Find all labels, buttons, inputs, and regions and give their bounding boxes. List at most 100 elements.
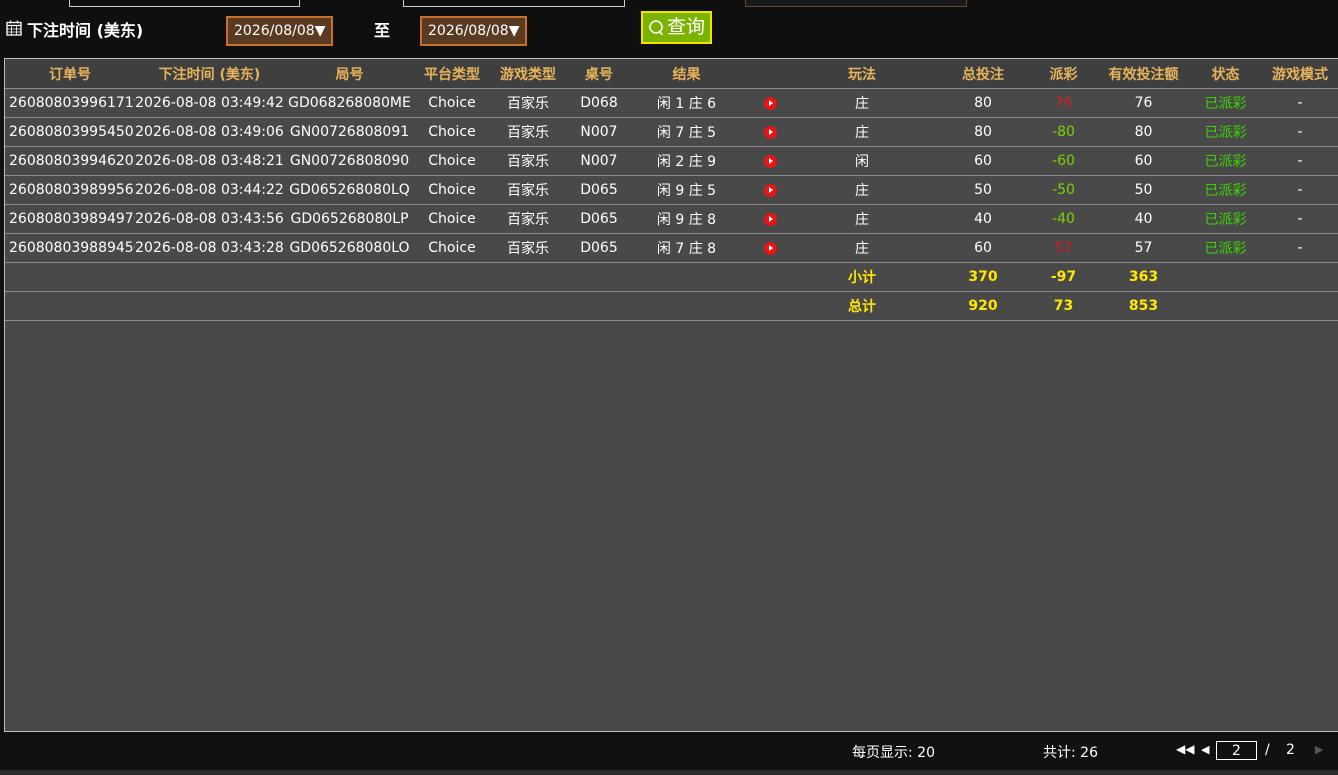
order-no-cell: 260808039954507 <box>5 117 135 147</box>
start-date-select[interactable]: 2026/08/08▼ <box>226 16 334 46</box>
page-size-label: 每页显示: 20 <box>852 745 935 761</box>
col-header-bet-type[interactable]: 玩法 <box>799 59 925 89</box>
play-replay-icon[interactable] <box>764 241 777 255</box>
play-replay-icon[interactable] <box>764 125 777 139</box>
col-header-result[interactable]: 结果 <box>631 59 742 89</box>
result-cell: 闲 7 庄 8 <box>631 233 742 263</box>
payout-cell: -50 <box>1041 175 1086 205</box>
col-header-total-bet[interactable]: 总投注 <box>925 59 1041 89</box>
total-bet-cell: 60 <box>925 233 1041 263</box>
play-replay-icon[interactable] <box>764 183 777 197</box>
page-number-input[interactable] <box>1216 741 1257 760</box>
round-no-cell: GN00726808090 <box>284 146 415 176</box>
platform-cell: Choice <box>415 88 489 118</box>
payout-cell: 57 <box>1041 233 1086 263</box>
valid-bet-cell: 76 <box>1086 88 1201 118</box>
bet-type-cell: 闲 <box>799 146 925 176</box>
total-bet-cell: 80 <box>925 117 1041 147</box>
bet-type-cell: 庄 <box>799 204 925 234</box>
empty-cell <box>1201 291 1338 321</box>
table-no-cell: N007 <box>567 117 631 147</box>
round-no-cell: GD065268080LO <box>284 233 415 263</box>
empty-cell <box>1201 262 1338 292</box>
valid-bet-cell: 50 <box>1086 175 1201 205</box>
valid-bet-cell: 40 <box>1086 204 1201 234</box>
table-row: 260808039889450 2026-08-08 03:43:28 GD06… <box>5 233 1338 263</box>
col-header-valid-bet[interactable]: 有效投注额 <box>1086 59 1201 89</box>
replay-cell <box>742 88 799 118</box>
round-no-cell: GN00726808091 <box>284 117 415 147</box>
page-separator: / <box>1265 742 1270 758</box>
subtotal-total-bet: 370 <box>925 262 1041 292</box>
order-no-cell: 260808039889450 <box>5 233 135 263</box>
subtotal-valid-bet: 363 <box>1086 262 1201 292</box>
result-cell: 闲 1 庄 6 <box>631 88 742 118</box>
result-cell: 闲 2 庄 9 <box>631 146 742 176</box>
game-type-cell: 百家乐 <box>489 204 567 234</box>
valid-bet-cell: 60 <box>1086 146 1201 176</box>
valid-bet-cell: 57 <box>1086 233 1201 263</box>
col-header-bet-time[interactable]: 下注时间 (美东) <box>135 59 284 89</box>
col-header-order-no[interactable]: 订单号 <box>5 59 135 89</box>
total-count-label: 共计: 26 <box>1043 745 1098 761</box>
table-row: 260808039954507 2026-08-08 03:49:06 GN00… <box>5 117 1338 147</box>
play-replay-icon[interactable] <box>764 154 777 168</box>
pagination-bar: 每页显示: 20 共计: 26 ◀◀ ◀ / 2 ▶ <box>0 732 1338 775</box>
bet-record-table: 订单号 下注时间 (美东) 局号 平台类型 游戏类型 桌号 结果 玩法 总投注 … <box>5 59 1338 321</box>
empty-cell <box>5 262 799 292</box>
first-page-icon[interactable]: ◀◀ <box>1176 742 1194 756</box>
total-bet-cell: 50 <box>925 175 1041 205</box>
grand-total-row: 总计 920 73 853 <box>5 291 1338 321</box>
total-pages-label: 2 <box>1286 742 1295 758</box>
order-no-cell: 260808039899562 <box>5 175 135 205</box>
to-label: 至 <box>374 21 391 40</box>
replay-cell <box>742 175 799 205</box>
grand-total-valid-bet: 853 <box>1086 291 1201 321</box>
search-icon <box>649 20 664 36</box>
col-header-table-no[interactable]: 桌号 <box>567 59 631 89</box>
col-header-game-mode[interactable]: 游戏模式 <box>1250 59 1338 89</box>
status-cell: 已派彩 <box>1201 233 1250 263</box>
bet-time-cell: 2026-08-08 03:49:42 <box>135 88 284 118</box>
game-type-cell: 百家乐 <box>489 233 567 263</box>
result-cell: 闲 9 庄 8 <box>631 204 742 234</box>
bet-time-cell: 2026-08-08 03:43:28 <box>135 233 284 263</box>
next-page-icon[interactable]: ▶ <box>1315 743 1323 756</box>
valid-bet-cell: 80 <box>1086 117 1201 147</box>
platform-cell: Choice <box>415 204 489 234</box>
game-type-cell: 百家乐 <box>489 175 567 205</box>
table-header-row: 订单号 下注时间 (美东) 局号 平台类型 游戏类型 桌号 结果 玩法 总投注 … <box>5 59 1338 89</box>
col-header-payout[interactable]: 派彩 <box>1041 59 1086 89</box>
col-header-game-type[interactable]: 游戏类型 <box>489 59 567 89</box>
bet-time-label: 下注时间 (美东) <box>27 21 144 40</box>
game-mode-cell: - <box>1250 146 1338 176</box>
replay-cell <box>742 117 799 147</box>
table-row: 260808039894976 2026-08-08 03:43:56 GD06… <box>5 204 1338 234</box>
prev-page-icon[interactable]: ◀ <box>1201 743 1209 756</box>
bet-time-cell: 2026-08-08 03:48:21 <box>135 146 284 176</box>
background-page-strip <box>0 770 1338 775</box>
replay-cell <box>742 146 799 176</box>
result-cell: 闲 7 庄 5 <box>631 117 742 147</box>
platform-cell: Choice <box>415 175 489 205</box>
table-row: 260808039946202 2026-08-08 03:48:21 GN00… <box>5 146 1338 176</box>
order-no-cell: 260808039961719 <box>5 88 135 118</box>
status-cell: 已派彩 <box>1201 204 1250 234</box>
play-replay-icon[interactable] <box>764 212 777 226</box>
col-header-platform[interactable]: 平台类型 <box>415 59 489 89</box>
round-no-cell: GD068268080ME <box>284 88 415 118</box>
end-date-select[interactable]: 2026/08/08▼ <box>420 16 528 46</box>
subtotal-payout: -97 <box>1041 262 1086 292</box>
grand-total-total-bet: 920 <box>925 291 1041 321</box>
hidden-input-edge <box>745 0 967 7</box>
query-button[interactable]: 查询 <box>641 11 713 44</box>
play-replay-icon[interactable] <box>764 96 777 110</box>
col-header-round-no[interactable]: 局号 <box>284 59 415 89</box>
game-mode-cell: - <box>1250 117 1338 147</box>
col-header-status[interactable]: 状态 <box>1201 59 1250 89</box>
query-button-label: 查询 <box>667 16 706 38</box>
calendar-icon <box>6 20 22 36</box>
game-mode-cell: - <box>1250 175 1338 205</box>
table-row: 260808039899562 2026-08-08 03:44:22 GD06… <box>5 175 1338 205</box>
bet-type-cell: 庄 <box>799 175 925 205</box>
